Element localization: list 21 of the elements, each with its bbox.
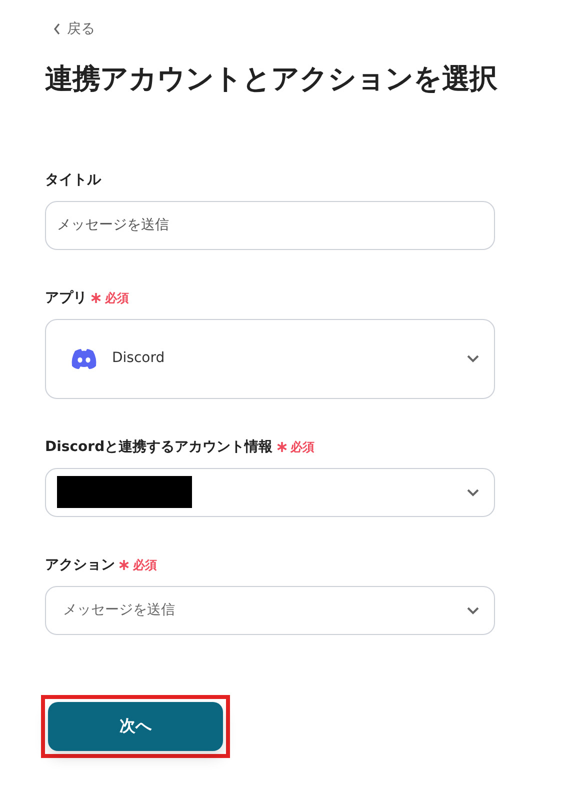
required-label: 必須 — [105, 290, 129, 308]
placeholder-text: メッセージを送信 — [62, 600, 176, 620]
selected-value: Discord — [112, 349, 166, 368]
account-select[interactable] — [45, 468, 495, 517]
chevron-down-icon — [466, 488, 480, 497]
chevron-down-icon — [466, 606, 480, 615]
next-button[interactable]: 次へ — [48, 702, 223, 751]
chat-app-icon — [70, 348, 98, 370]
field-label: アプリ — [45, 288, 87, 308]
text-field[interactable]: メッセージを送信 — [45, 200, 495, 250]
field-label: Discordと連携するアカウント情報 — [45, 438, 273, 457]
chevron-down-icon — [466, 354, 480, 364]
field-label: タイトル — [45, 170, 101, 190]
back-link[interactable]: 戻る — [53, 18, 95, 40]
field-label: アクション — [45, 556, 115, 575]
page-title: 連携アカウントとアクションを選択 — [45, 61, 498, 97]
back-icon — [53, 23, 61, 35]
required-label: 必須 — [133, 557, 157, 574]
action-select[interactable]: メッセージを送信 — [45, 586, 495, 635]
required-label: 必須 — [290, 439, 315, 456]
app-select[interactable]: Discord — [45, 318, 495, 399]
